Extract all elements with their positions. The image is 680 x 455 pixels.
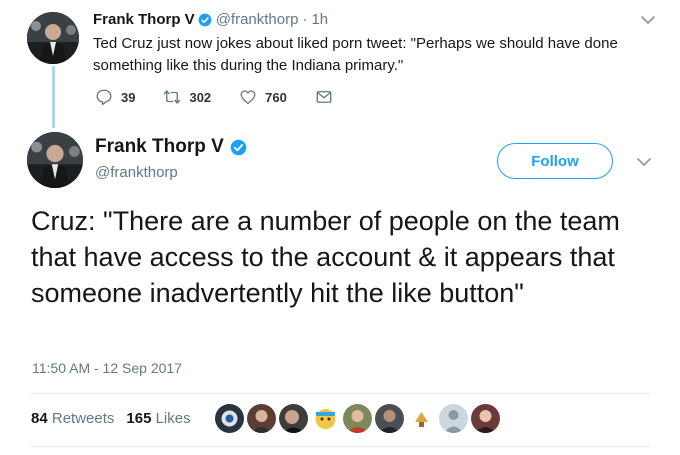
liker-avatar[interactable] — [375, 404, 404, 433]
tweet-stats: 84 Retweets 165 Likes — [31, 410, 203, 427]
heart-icon — [240, 90, 256, 105]
message-icon — [316, 91, 332, 103]
reply-button[interactable]: 39 — [95, 88, 135, 106]
separator-dot: · — [302, 11, 308, 28]
author-handle[interactable]: @frankthorp — [216, 10, 299, 30]
avatar[interactable] — [27, 132, 83, 188]
author-name[interactable]: Frank Thorp V — [93, 10, 195, 30]
retweets-stat[interactable]: 84 Retweets — [31, 410, 114, 427]
likes-count: 165 — [126, 410, 152, 427]
liker-avatar[interactable] — [247, 404, 276, 433]
retweet-icon — [164, 90, 181, 104]
verified-badge-icon — [230, 139, 247, 156]
like-count: 760 — [265, 89, 287, 105]
liker-avatar[interactable] — [215, 404, 244, 433]
liker-avatar[interactable] — [343, 404, 372, 433]
reply-icon — [96, 89, 112, 106]
likes-label: Likes — [155, 410, 191, 427]
tweet-actions: 39 302 760 — [95, 88, 369, 106]
author-handle[interactable]: @frankthorp — [95, 164, 178, 181]
follow-button[interactable]: Follow — [497, 143, 613, 179]
liker-avatar[interactable] — [407, 404, 436, 433]
thread-connector — [52, 66, 55, 128]
divider — [31, 393, 651, 394]
avatar[interactable] — [27, 12, 79, 64]
quoted-tweet-text: Ted Cruz just now jokes about liked porn… — [93, 35, 618, 74]
tweet-timestamp[interactable]: 11:50 AM - 12 Sep 2017 — [32, 360, 182, 376]
likes-stat[interactable]: 165 Likes — [126, 410, 190, 427]
chevron-down-icon[interactable] — [637, 157, 651, 167]
like-button[interactable]: 760 — [239, 88, 287, 106]
retweet-button[interactable]: 302 — [163, 88, 211, 106]
chevron-down-icon[interactable] — [641, 15, 655, 25]
reply-count: 39 — [121, 89, 136, 105]
liker-avatar[interactable] — [471, 404, 500, 433]
tweet-text: Cruz: "There are a number of people on t… — [31, 206, 620, 308]
liker-avatar[interactable] — [279, 404, 308, 433]
retweet-count: 302 — [189, 89, 212, 105]
quoted-tweet-header: Frank Thorp V @frankthorp · 1h — [93, 10, 328, 30]
tweet-time[interactable]: 1h — [311, 10, 328, 30]
retweets-label: Retweets — [51, 410, 115, 427]
liker-avatar[interactable] — [311, 404, 340, 433]
direct-message-button[interactable] — [315, 88, 341, 106]
divider — [31, 446, 651, 447]
liker-avatars — [215, 404, 503, 433]
author-name-text[interactable]: Frank Thorp V — [95, 136, 224, 158]
author-name[interactable]: Frank Thorp V — [95, 136, 251, 158]
liker-avatar[interactable] — [439, 404, 468, 433]
verified-badge-icon — [198, 13, 212, 27]
retweets-count: 84 — [31, 410, 48, 427]
